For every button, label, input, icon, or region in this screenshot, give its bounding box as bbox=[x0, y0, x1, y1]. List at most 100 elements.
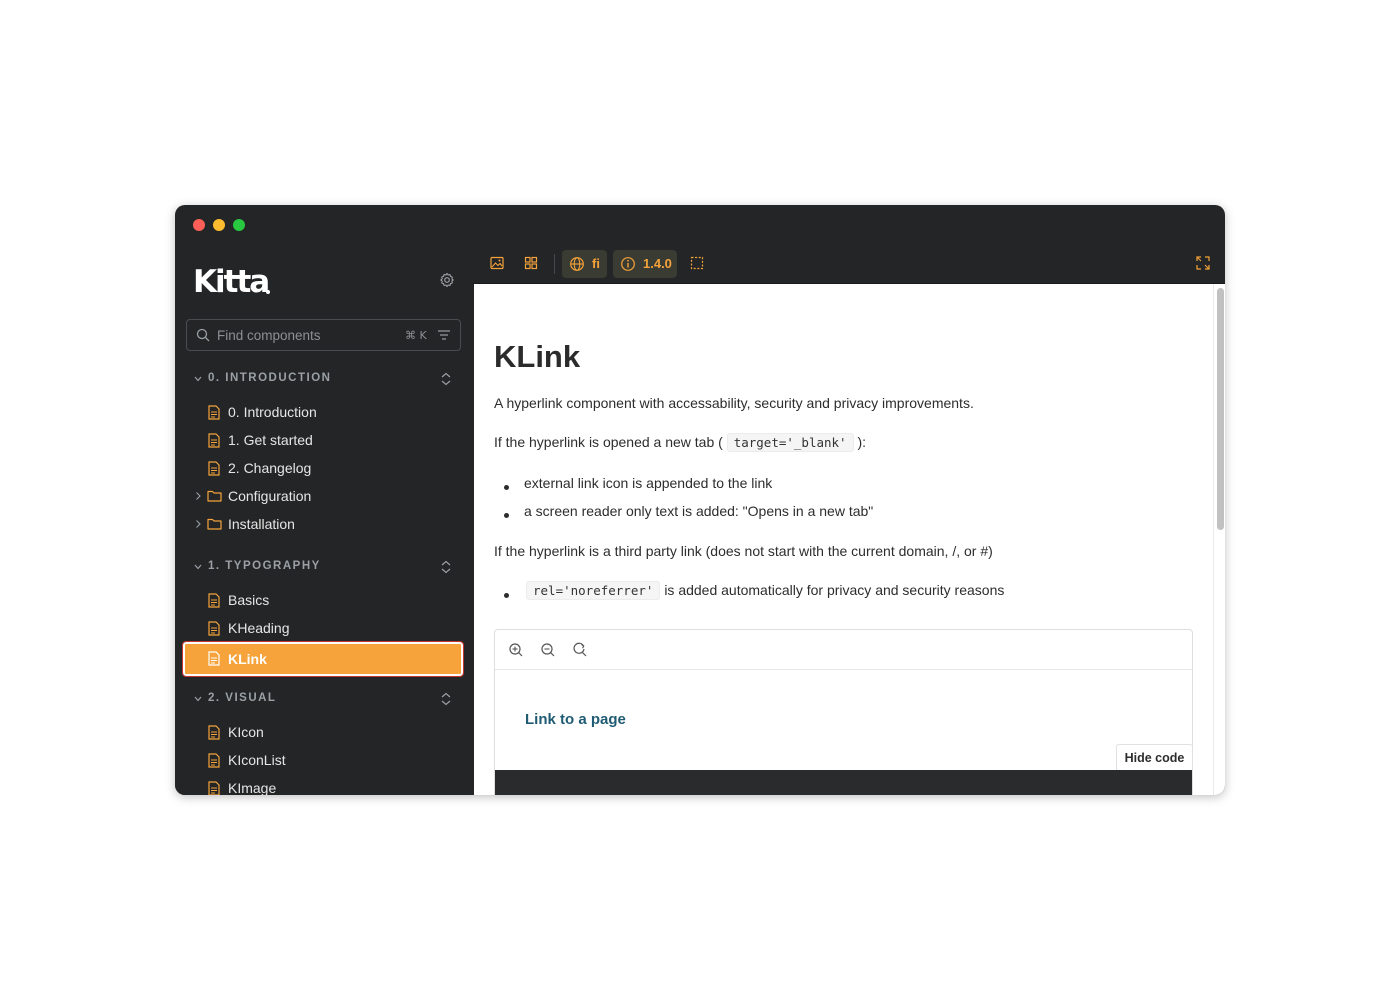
document-icon bbox=[208, 593, 220, 608]
version-button[interactable]: 1.4.0 bbox=[613, 250, 677, 278]
sidebar-item-label: KLink bbox=[228, 651, 267, 667]
group-title: 2. VISUAL bbox=[208, 692, 277, 704]
sidebar-group-introduction: 0. INTRODUCTION 0. Introduction 1. Get s… bbox=[175, 365, 473, 538]
code-target-blank: target='_blank' bbox=[726, 433, 854, 452]
version-label: 1.4.0 bbox=[643, 256, 672, 271]
toolbar-divider bbox=[554, 254, 555, 274]
sidebar-item-introduction[interactable]: 0. Introduction bbox=[175, 398, 473, 426]
sidebar-item-label: 0. Introduction bbox=[228, 404, 317, 420]
document-icon bbox=[208, 621, 220, 636]
app-window: Kitta ⌘ K 0. INTRODUCTIO bbox=[175, 205, 1225, 795]
zoom-reset-icon[interactable] bbox=[572, 642, 588, 658]
bullet-item: a screen reader only text is added: "Ope… bbox=[524, 503, 874, 519]
scrollbar-thumb[interactable] bbox=[1217, 288, 1224, 530]
sidebar-item-label: 2. Changelog bbox=[228, 460, 312, 476]
group-title: 1. TYPOGRAPHY bbox=[208, 560, 321, 572]
bullet-dot bbox=[504, 485, 509, 490]
brand-row: Kitta bbox=[193, 265, 457, 299]
sidebar-item-kiconlist[interactable]: KIconList bbox=[175, 746, 473, 774]
title-bar bbox=[175, 205, 1225, 245]
document-icon bbox=[208, 405, 220, 420]
sidebar-item-get-started[interactable]: 1. Get started bbox=[175, 426, 473, 454]
rel-suffix: is added automatically for privacy and s… bbox=[664, 582, 1005, 598]
sidebar-item-label: KIconList bbox=[228, 752, 286, 768]
search-shortcut: ⌘ K bbox=[405, 329, 427, 342]
sidebar-item-kheading[interactable]: KHeading bbox=[175, 614, 473, 642]
sidebar-item-klink[interactable]: KLink bbox=[175, 641, 473, 677]
canvas-toolbar bbox=[495, 630, 1192, 670]
folder-icon bbox=[207, 518, 222, 530]
document-icon bbox=[208, 753, 220, 768]
expand-collapse-icon[interactable] bbox=[440, 371, 452, 387]
docs-content: KLink A hyperlink component with accessa… bbox=[474, 284, 1213, 795]
folder-icon bbox=[207, 490, 222, 502]
expand-collapse-icon[interactable] bbox=[440, 691, 452, 707]
outline-icon[interactable] bbox=[689, 255, 705, 271]
sidebar-item-installation[interactable]: Installation bbox=[175, 510, 473, 538]
sidebar-item-label: KHeading bbox=[228, 620, 290, 636]
group-header[interactable]: 0. INTRODUCTION bbox=[175, 365, 473, 393]
page-title: KLink bbox=[494, 339, 581, 374]
search-box: ⌘ K bbox=[186, 319, 461, 351]
sidebar: Kitta ⌘ K 0. INTRODUCTIO bbox=[175, 245, 473, 795]
active-highlight bbox=[182, 641, 464, 677]
locale-label: fi bbox=[592, 256, 600, 271]
sidebar-item-basics[interactable]: Basics bbox=[175, 586, 473, 614]
search-input[interactable] bbox=[217, 320, 397, 350]
search-icon bbox=[196, 328, 210, 342]
zoom-out-icon[interactable] bbox=[540, 642, 556, 658]
content-scrollbar[interactable] bbox=[1213, 284, 1225, 795]
document-icon bbox=[208, 433, 220, 448]
new-tab-prefix: If the hyperlink is opened a new tab ( bbox=[494, 434, 723, 450]
sidebar-item-kicon[interactable]: KIcon bbox=[175, 718, 473, 746]
chevron-right-icon bbox=[196, 492, 201, 500]
logo[interactable]: Kitta bbox=[193, 265, 270, 299]
filter-icon[interactable] bbox=[437, 328, 451, 342]
bullet-dot bbox=[504, 593, 509, 598]
sidebar-item-label: Basics bbox=[228, 592, 270, 608]
info-icon bbox=[621, 257, 635, 271]
chevron-down-icon bbox=[194, 376, 202, 382]
globe-icon bbox=[570, 257, 584, 271]
sidebar-item-kimage[interactable]: KImage bbox=[175, 774, 473, 795]
story-link[interactable]: Link to a page bbox=[525, 711, 626, 728]
document-icon bbox=[208, 781, 220, 795]
document-icon bbox=[208, 651, 220, 666]
image-icon[interactable] bbox=[489, 255, 505, 271]
sidebar-group-typography: 1. TYPOGRAPHY Basics KHeading KLink bbox=[175, 553, 473, 677]
logo-dot bbox=[266, 290, 270, 294]
grid-icon[interactable] bbox=[523, 255, 539, 271]
story-canvas: Link to a page Hide code bbox=[494, 629, 1193, 795]
gear-icon[interactable] bbox=[439, 272, 455, 288]
third-party-text: If the hyperlink is a third party link (… bbox=[494, 543, 993, 559]
new-tab-suffix: ): bbox=[857, 434, 867, 450]
sidebar-item-label: Installation bbox=[228, 516, 295, 532]
document-icon bbox=[208, 461, 220, 476]
group-header[interactable]: 2. VISUAL bbox=[175, 685, 473, 713]
hide-code-button[interactable]: Hide code bbox=[1116, 744, 1193, 771]
sidebar-item-changelog[interactable]: 2. Changelog bbox=[175, 454, 473, 482]
code-block bbox=[495, 770, 1192, 795]
expand-collapse-icon[interactable] bbox=[440, 559, 452, 575]
preview-toolbar: fi 1.4.0 bbox=[473, 245, 1225, 284]
close-window-button[interactable] bbox=[193, 219, 205, 231]
zoom-in-icon[interactable] bbox=[508, 642, 524, 658]
fullscreen-icon[interactable] bbox=[1195, 255, 1211, 271]
locale-button[interactable]: fi bbox=[562, 250, 607, 278]
new-tab-paragraph: If the hyperlink is opened a new tab ( t… bbox=[494, 433, 866, 452]
intro-text: A hyperlink component with accessability… bbox=[494, 395, 974, 411]
sidebar-item-label: KImage bbox=[228, 780, 277, 795]
bullet-item: external link icon is appended to the li… bbox=[524, 475, 773, 491]
rel-bullet: rel='noreferrer' is added automatically … bbox=[526, 581, 1004, 600]
chevron-down-icon bbox=[194, 564, 202, 570]
minimize-window-button[interactable] bbox=[213, 219, 225, 231]
bullet-dot bbox=[504, 513, 509, 518]
sidebar-item-configuration[interactable]: Configuration bbox=[175, 482, 473, 510]
maximize-window-button[interactable] bbox=[233, 219, 245, 231]
group-header[interactable]: 1. TYPOGRAPHY bbox=[175, 553, 473, 581]
sidebar-item-label: KIcon bbox=[228, 724, 264, 740]
sidebar-item-label: Configuration bbox=[228, 488, 312, 504]
chevron-right-icon bbox=[196, 520, 201, 528]
document-icon bbox=[208, 725, 220, 740]
sidebar-group-visual: 2. VISUAL KIcon KIconList KImage bbox=[175, 685, 473, 795]
